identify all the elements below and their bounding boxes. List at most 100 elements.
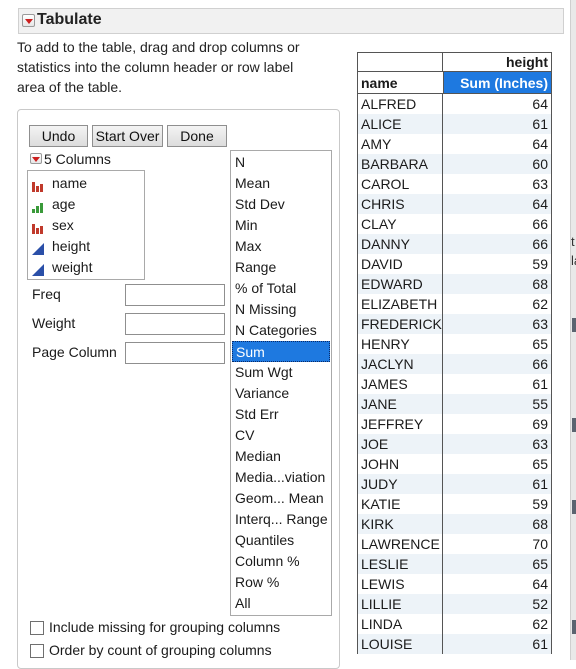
column-list[interactable]: name age sex height weight	[27, 170, 145, 280]
row-name-cell: JACLYN	[357, 354, 443, 374]
statistic-item[interactable]: Geom... Mean	[232, 488, 330, 509]
statistic-item[interactable]: CV	[232, 425, 330, 446]
statistic-item[interactable]: Interq... Range	[232, 509, 330, 530]
sum-value-cell: 55	[443, 394, 552, 414]
table-row: LILLIE 52	[357, 594, 552, 614]
table-row: JOHN 65	[357, 454, 552, 474]
edge-toolbar-fragment	[572, 500, 576, 514]
instructions-text: To add to the table, drag and drop colum…	[17, 39, 300, 95]
statistic-item[interactable]: Media...viation	[232, 467, 330, 488]
edge-text-fragment: t	[571, 234, 575, 249]
include-missing-checkbox[interactable]	[30, 621, 44, 635]
sum-value-cell: 59	[443, 494, 552, 514]
sum-value-cell: 60	[443, 154, 552, 174]
table-row: JAMES 61	[357, 374, 552, 394]
sum-column-header[interactable]: Sum (Inches)	[443, 72, 552, 94]
row-name-cell: LESLIE	[357, 554, 443, 574]
weight-drop-zone[interactable]	[125, 313, 225, 335]
sum-value-cell: 64	[443, 94, 552, 114]
row-name-cell: LAWRENCE	[357, 534, 443, 554]
statistic-item[interactable]: Sum	[232, 341, 330, 362]
order-by-count-checkbox[interactable]	[30, 644, 44, 658]
ordinal-icon	[32, 198, 45, 213]
row-name-cell: ALFRED	[357, 94, 443, 114]
table-row: HENRY 65	[357, 334, 552, 354]
statistic-item[interactable]: Sum Wgt	[232, 362, 330, 383]
sum-value-cell: 68	[443, 274, 552, 294]
statistic-item[interactable]: N Categories	[232, 320, 330, 341]
continuous-icon	[32, 261, 45, 276]
statistic-item[interactable]: Std Dev	[232, 194, 330, 215]
table-row: EDWARD 68	[357, 274, 552, 294]
statistic-item[interactable]: Max	[232, 236, 330, 257]
row-name-cell: JEFFREY	[357, 414, 443, 434]
statistic-item[interactable]: % of Total	[232, 278, 330, 299]
columns-header: 5 Columns	[44, 151, 111, 167]
row-name-cell: FREDERICK	[357, 314, 443, 334]
sum-value-cell: 64	[443, 194, 552, 214]
table-row: KIRK 68	[357, 514, 552, 534]
freq-drop-zone[interactable]	[125, 284, 225, 306]
column-header-row: name Sum (Inches)	[357, 72, 552, 94]
sum-value-cell: 65	[443, 334, 552, 354]
start-over-button[interactable]: Start Over	[92, 125, 163, 147]
statistic-item[interactable]: N Missing	[232, 299, 330, 320]
height-column-group[interactable]: height	[443, 52, 552, 72]
table-row: LINDA 62	[357, 614, 552, 634]
statistic-item[interactable]: Min	[232, 215, 330, 236]
statistic-item[interactable]: Median	[232, 446, 330, 467]
weight-label: Weight	[32, 315, 76, 331]
table-row: DANNY 66	[357, 234, 552, 254]
statistic-item[interactable]: Row %	[232, 572, 330, 593]
table-row: JEFFREY 69	[357, 414, 552, 434]
sum-value-cell: 59	[443, 254, 552, 274]
table-row: CLAY 66	[357, 214, 552, 234]
freq-label: Freq	[32, 286, 61, 302]
statistic-item[interactable]: Mean	[232, 173, 330, 194]
row-name-cell: LILLIE	[357, 594, 443, 614]
statistic-item[interactable]: Quantiles	[232, 530, 330, 551]
statistics-list[interactable]: N Mean Std Dev Min Max Range% of Total N Missi…	[230, 150, 332, 616]
undo-button[interactable]: Undo	[29, 125, 88, 147]
row-name-cell: DANNY	[357, 234, 443, 254]
table-row: JUDY 61	[357, 474, 552, 494]
statistic-item[interactable]: Variance	[232, 383, 330, 404]
page-column-drop-zone[interactable]	[125, 342, 225, 364]
done-button[interactable]: Done	[167, 125, 227, 147]
statistic-item[interactable]: N	[232, 152, 330, 173]
row-name-cell: CAROL	[357, 174, 443, 194]
column-label: sex	[52, 217, 74, 233]
statistic-item[interactable]: Std Err	[232, 404, 330, 425]
table-row: JACLYN 66	[357, 354, 552, 374]
edge-toolbar-fragment	[572, 318, 576, 332]
red-triangle-menu-icon[interactable]	[22, 14, 35, 27]
row-name-cell: LINDA	[357, 614, 443, 634]
table-row: CAROL 63	[357, 174, 552, 194]
table-row: LEWIS 64	[357, 574, 552, 594]
row-header-name[interactable]: name	[357, 72, 443, 94]
table-row: LOUISE 61	[357, 634, 552, 654]
sum-value-cell: 62	[443, 294, 552, 314]
row-name-cell: BARBARA	[357, 154, 443, 174]
table-row: DAVID 59	[357, 254, 552, 274]
row-name-cell: KIRK	[357, 514, 443, 534]
columns-menu-icon[interactable]	[30, 153, 42, 164]
statistic-item[interactable]: All	[232, 593, 330, 614]
table-row: AMY 64	[357, 134, 552, 154]
column-label: age	[52, 196, 76, 212]
table-corner-cell[interactable]	[357, 52, 443, 72]
table-row: LESLIE 65	[357, 554, 552, 574]
sum-value-cell: 62	[443, 614, 552, 634]
sum-value-cell: 69	[443, 414, 552, 434]
nominal-icon	[32, 177, 45, 192]
statistic-item[interactable]: Column %	[232, 551, 330, 572]
row-name-cell: LEWIS	[357, 574, 443, 594]
table-row: LAWRENCE 70	[357, 534, 552, 554]
row-name-cell: LOUISE	[357, 634, 443, 654]
statistic-item[interactable]: Range	[232, 257, 330, 278]
sum-value-cell: 70	[443, 534, 552, 554]
sum-value-cell: 61	[443, 634, 552, 654]
table-row: KATIE 59	[357, 494, 552, 514]
column-label: name	[52, 175, 88, 191]
row-name-cell: ELIZABETH	[357, 294, 443, 314]
